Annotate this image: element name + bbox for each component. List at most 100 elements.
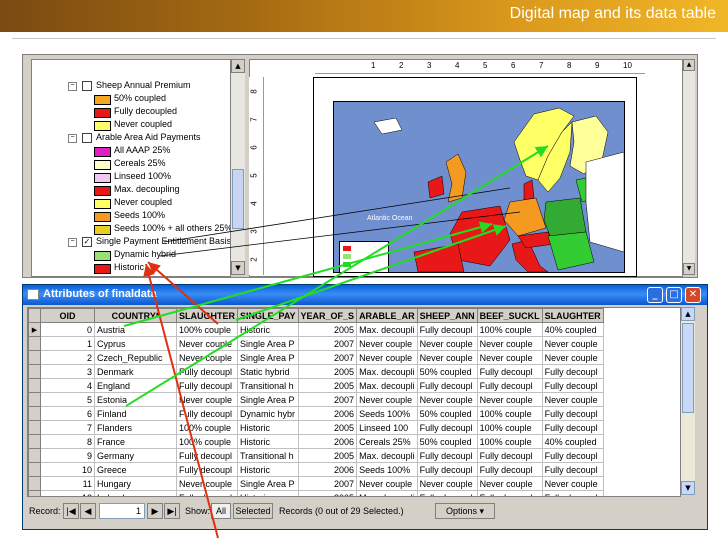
table-cell[interactable]: Never couple	[476, 350, 543, 365]
table-cell[interactable]: 100% couple	[476, 420, 543, 435]
table-cell[interactable]: Never couple	[476, 476, 543, 491]
table-cell[interactable]: Transitional h	[237, 378, 299, 393]
table-cell[interactable]: Historic	[237, 420, 299, 435]
table-cell[interactable]: Fully decoupl	[541, 448, 604, 463]
row-selector[interactable]	[28, 490, 41, 496]
table-cell[interactable]: Fully decoupl	[176, 364, 238, 379]
table-cell[interactable]: Fully decoupl	[541, 378, 604, 393]
table-cell[interactable]: 2007	[297, 476, 358, 491]
table-cell[interactable]: 40% coupled	[541, 322, 604, 337]
table-cell[interactable]: Fully decoupl	[416, 490, 478, 496]
table-cell[interactable]: 8	[40, 434, 95, 449]
table-cell[interactable]: Cereals 25%	[356, 434, 418, 449]
table-cell[interactable]: 100% couple	[476, 434, 543, 449]
show-all-button[interactable]: All	[211, 503, 231, 519]
row-selector[interactable]: ▶	[28, 322, 41, 337]
table-row[interactable]: 2 Czech_Republic Never couple Single Area P…	[28, 350, 604, 365]
collapse-icon[interactable]: −	[68, 82, 77, 91]
table-cell[interactable]: 2006	[297, 462, 358, 477]
column-header[interactable]: YEAR_OF_S	[297, 308, 358, 323]
table-row[interactable]: ▶ 0 Austria 100% couple Historic 2005 Max. dec…	[28, 322, 604, 337]
layer-checkbox[interactable]: ✓	[82, 237, 92, 247]
column-header[interactable]: BEEF_SUCKL	[476, 308, 543, 323]
toc-group-2[interactable]: − ✓ Single Payment Entitlement Basis	[32, 236, 230, 249]
table-row[interactable]: 11 Hungary Never couple Single Area P 2007 Ne…	[28, 476, 604, 491]
minimize-button[interactable]: _	[647, 287, 663, 303]
table-row[interactable]: 10 Greece Fully decoupl Historic 2006 Seeds 1…	[28, 462, 604, 477]
table-cell[interactable]: Hungary	[94, 476, 177, 491]
table-cell[interactable]: Fully decoupl	[476, 378, 543, 393]
table-cell[interactable]: Greece	[94, 462, 177, 477]
table-cell[interactable]: Czech_Republic	[94, 350, 177, 365]
table-cell[interactable]: Max. decoupli	[356, 322, 418, 337]
table-row[interactable]: 5 Estonia Never couple Single Area P 2007 Nev…	[28, 392, 604, 407]
table-cell[interactable]: 2005	[297, 322, 358, 337]
grid-scroll-down-icon[interactable]: ▼	[681, 481, 695, 495]
table-cell[interactable]: 7	[40, 420, 95, 435]
table-cell[interactable]: 2005	[297, 490, 358, 496]
column-header[interactable]: SINGLE_PAY	[237, 308, 299, 323]
grid-scroll-up-icon[interactable]: ▲	[681, 307, 695, 321]
table-cell[interactable]: Historic	[237, 490, 299, 496]
table-cell[interactable]: 100% couple	[476, 406, 543, 421]
table-cell[interactable]: Never couple	[541, 350, 604, 365]
table-cell[interactable]: 2005	[297, 448, 358, 463]
table-cell[interactable]: Never couple	[541, 476, 604, 491]
layout-scrollbar[interactable]: ▲ ▼	[683, 59, 695, 275]
table-cell[interactable]: Historic	[237, 434, 299, 449]
table-cell[interactable]: Fully decoupl	[476, 462, 543, 477]
collapse-icon[interactable]: −	[68, 238, 77, 247]
table-cell[interactable]: Ireland	[94, 490, 177, 496]
table-cell[interactable]: Fully decoupl	[416, 378, 478, 393]
table-cell[interactable]: 3	[40, 364, 95, 379]
table-cell[interactable]: 2005	[297, 364, 358, 379]
table-cell[interactable]: Single Area P	[237, 476, 299, 491]
table-row[interactable]: 7 Flanders 100% couple Historic 2005 Linseed …	[28, 420, 604, 435]
table-cell[interactable]: Never couple	[476, 336, 543, 351]
row-selector[interactable]	[28, 350, 41, 365]
table-cell[interactable]: 100% couple	[176, 434, 238, 449]
table-cell[interactable]: Fully decoupl	[416, 462, 478, 477]
column-header[interactable]: SHEEP_ANN	[416, 308, 478, 323]
toc-scroll-up-icon[interactable]: ▲	[231, 59, 245, 73]
table-cell[interactable]: Historic	[237, 462, 299, 477]
table-cell[interactable]: 100% couple	[176, 420, 238, 435]
table-cell[interactable]: Fully decoupl	[476, 490, 543, 496]
last-record-button[interactable]: ▶|	[164, 503, 180, 519]
table-row[interactable]: 3 Denmark Fully decoupl Static hybrid 2005 Ma…	[28, 364, 604, 379]
table-cell[interactable]: Max. decoupli	[356, 364, 418, 379]
table-cell[interactable]: Seeds 100%	[356, 406, 418, 421]
table-cell[interactable]: 5	[40, 392, 95, 407]
table-cell[interactable]: 6	[40, 406, 95, 421]
row-selector[interactable]	[28, 476, 41, 491]
table-cell[interactable]: Estonia	[94, 392, 177, 407]
table-cell[interactable]: Fully decoupl	[176, 406, 238, 421]
table-cell[interactable]: Never couple	[356, 350, 418, 365]
grid-scrollbar[interactable]: ▲ ▼	[681, 307, 695, 495]
show-selected-button[interactable]: Selected	[233, 503, 273, 519]
table-cell[interactable]: Germany	[94, 448, 177, 463]
table-cell[interactable]: Fully decoupl	[176, 490, 238, 496]
table-cell[interactable]: Fully decoupl	[416, 420, 478, 435]
row-selector[interactable]	[28, 392, 41, 407]
table-cell[interactable]: Fully decoupl	[541, 364, 604, 379]
row-selector[interactable]	[28, 336, 41, 351]
row-selector[interactable]	[28, 420, 41, 435]
table-cell[interactable]: 2006	[297, 434, 358, 449]
collapse-icon[interactable]: −	[68, 134, 77, 143]
layer-checkbox[interactable]	[82, 133, 92, 143]
table-cell[interactable]: Static hybrid	[237, 364, 299, 379]
row-selector[interactable]	[28, 406, 41, 421]
row-selector[interactable]	[28, 364, 41, 379]
table-cell[interactable]: Seeds 100%	[356, 462, 418, 477]
table-cell[interactable]: Single Area P	[237, 392, 299, 407]
table-cell[interactable]: 0	[40, 322, 95, 337]
toc-scroll-thumb[interactable]	[232, 169, 244, 229]
table-cell[interactable]: Never couple	[416, 336, 478, 351]
toc-group-0[interactable]: − Sheep Annual Premium	[32, 80, 230, 93]
table-cell[interactable]: Transitional h	[237, 448, 299, 463]
table-cell[interactable]: 100% couple	[176, 322, 238, 337]
row-selector[interactable]	[28, 378, 41, 393]
record-input[interactable]: 1	[99, 503, 145, 519]
table-cell[interactable]: Single Area P	[237, 336, 299, 351]
